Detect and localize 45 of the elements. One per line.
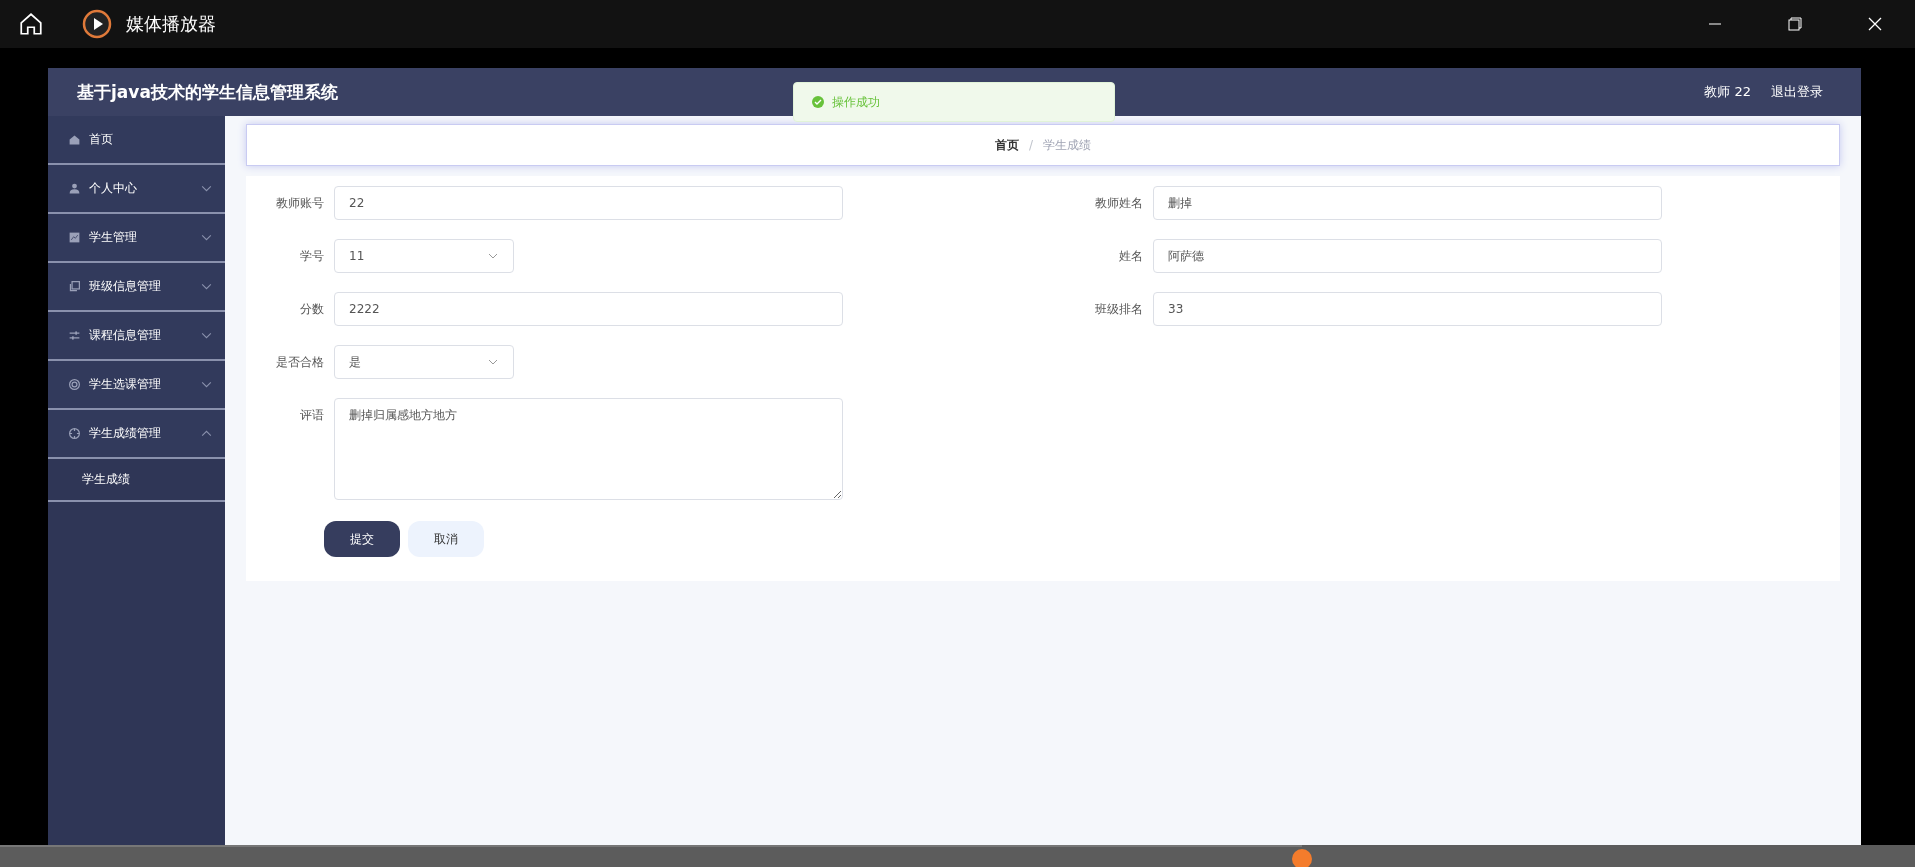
- menu-icon: [68, 231, 81, 244]
- sidebar-item[interactable]: 首页: [48, 116, 225, 165]
- field-label: 教师账号: [275, 195, 325, 212]
- sidebar-item[interactable]: 班级信息管理: [48, 263, 225, 312]
- field-label: 分数: [299, 301, 325, 318]
- sidebar-item[interactable]: 个人中心: [48, 165, 225, 214]
- cancel-button[interactable]: 取消: [408, 521, 484, 557]
- select-field[interactable]: 是: [334, 345, 514, 379]
- window-title: 媒体播放器: [126, 12, 216, 36]
- breadcrumb-link[interactable]: 首页: [994, 136, 1019, 154]
- menu-icon: [68, 378, 81, 391]
- close-icon[interactable]: [1868, 17, 1882, 31]
- menu-icon: [68, 133, 81, 146]
- field-label: 教师姓名: [1094, 195, 1144, 212]
- menu-icon: [68, 280, 81, 293]
- submit-button[interactable]: 提交: [324, 521, 400, 557]
- menu-icon: [68, 329, 81, 342]
- menu-icon: [68, 182, 81, 195]
- toast-message: 操作成功: [832, 93, 880, 111]
- home-icon[interactable]: [18, 11, 44, 37]
- menu-icon: [68, 427, 81, 440]
- text-field[interactable]: 删掉: [1153, 186, 1662, 220]
- user-name: 教师 22: [1704, 83, 1751, 101]
- app-title: 基于java技术的学生信息管理系统: [77, 80, 338, 104]
- text-field[interactable]: 阿萨德: [1153, 239, 1662, 273]
- sidebar-item[interactable]: 课程信息管理: [48, 312, 225, 361]
- sidebar-item[interactable]: 学生选课管理: [48, 361, 225, 410]
- select-field[interactable]: 11: [334, 239, 514, 273]
- text-field[interactable]: 33: [1153, 292, 1662, 326]
- sidebar-item[interactable]: 学生管理: [48, 214, 225, 263]
- sidebar-item[interactable]: 学生成绩管理: [48, 410, 225, 459]
- field-label: 班级排名: [1094, 301, 1144, 318]
- field-label: 学号: [299, 248, 325, 265]
- field-label: 是否合格: [275, 354, 325, 371]
- field-label: 姓名: [1118, 248, 1144, 265]
- check-circle-icon: [812, 96, 824, 108]
- field-label: 评语: [299, 407, 325, 424]
- comment-field[interactable]: 删掉归属感地方地方: [334, 398, 843, 500]
- restore-icon[interactable]: [1788, 17, 1802, 31]
- text-field[interactable]: 2222: [334, 292, 843, 326]
- logout-link[interactable]: 退出登录: [1771, 83, 1823, 101]
- seek-handle[interactable]: [1292, 849, 1313, 867]
- play-logo-icon: [82, 9, 112, 39]
- breadcrumb-separator: /: [1028, 138, 1033, 152]
- text-field[interactable]: 22: [334, 186, 843, 220]
